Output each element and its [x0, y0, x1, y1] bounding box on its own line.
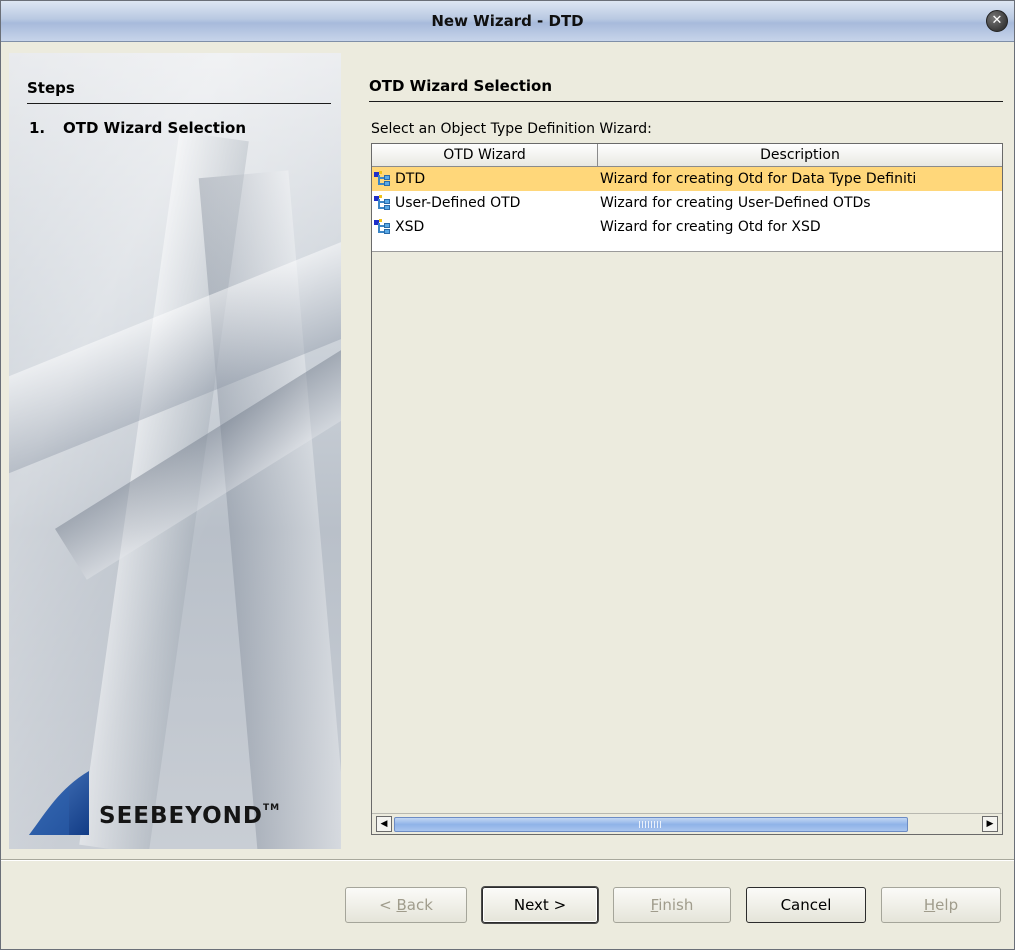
otd-wizard-name: XSD	[395, 219, 425, 235]
logo-text: SeeBeyond	[99, 803, 263, 829]
button-bar-divider	[1, 859, 1014, 861]
help-button[interactable]: Help	[881, 887, 1001, 923]
back-button[interactable]: < Back	[345, 887, 467, 923]
otd-tree-icon	[374, 171, 392, 187]
close-icon[interactable]: ✕	[986, 10, 1008, 32]
horizontal-scrollbar[interactable]: ◀ ▶	[372, 813, 1002, 834]
table-header: OTD Wizard Description	[372, 144, 1002, 167]
otd-wizard-name: User-Defined OTD	[395, 195, 521, 211]
table-body: DTD Wizard for creating Otd for Data Typ…	[372, 167, 1002, 252]
next-button[interactable]: Next >	[482, 887, 598, 923]
otd-wizard-cell: XSD	[372, 215, 598, 239]
wizard-select-prompt: Select an Object Type Definition Wizard:	[371, 121, 652, 137]
cancel-button[interactable]: Cancel	[746, 887, 866, 923]
description-cell: Wizard for creating User-Defined OTDs	[600, 195, 871, 211]
window-title: New Wizard - DTD	[431, 12, 584, 30]
logo-mark-icon	[29, 771, 89, 835]
scroll-left-arrow-icon[interactable]: ◀	[376, 816, 392, 832]
step-number: 1.	[29, 119, 46, 137]
step-item-otd-wizard-selection: 1. OTD Wizard Selection	[29, 119, 246, 137]
otd-wizard-cell: DTD	[372, 167, 598, 191]
otd-wizard-cell: User-Defined OTD	[372, 191, 598, 215]
description-cell: Wizard for creating Otd for Data Type De…	[600, 171, 917, 187]
table-row[interactable]: XSD Wizard for creating Otd for XSD	[372, 215, 1002, 239]
otd-tree-icon	[374, 195, 392, 211]
table-row[interactable]: DTD Wizard for creating Otd for Data Typ…	[372, 167, 1002, 191]
steps-panel-background	[9, 53, 341, 849]
seebeyond-logo: SeeBeyondTM	[29, 771, 349, 837]
wizard-dialog: New Wizard - DTD ✕ Steps 1. OTD Wizard Se…	[0, 0, 1015, 950]
column-header-otd-wizard[interactable]: OTD Wizard	[372, 144, 598, 166]
scrollbar-thumb[interactable]	[394, 817, 908, 832]
table-row[interactable]: User-Defined OTD Wizard for creating Use…	[372, 191, 1002, 215]
logo-wordmark: SeeBeyondTM	[99, 803, 280, 829]
otd-wizard-name: DTD	[395, 171, 426, 187]
step-label: OTD Wizard Selection	[63, 119, 247, 137]
finish-button[interactable]: Finish	[613, 887, 731, 923]
otd-tree-icon	[374, 219, 392, 235]
column-header-description[interactable]: Description	[598, 144, 1002, 166]
page-title: OTD Wizard Selection	[369, 77, 1003, 102]
title-bar[interactable]: New Wizard - DTD ✕	[1, 1, 1014, 42]
description-cell: Wizard for creating Otd for XSD	[600, 219, 821, 235]
logo-trademark: TM	[262, 803, 281, 813]
scroll-right-arrow-icon[interactable]: ▶	[982, 816, 998, 832]
otd-wizard-table: OTD Wizard Description DTD Wizard for cr…	[371, 143, 1003, 835]
steps-heading: Steps	[27, 79, 331, 104]
